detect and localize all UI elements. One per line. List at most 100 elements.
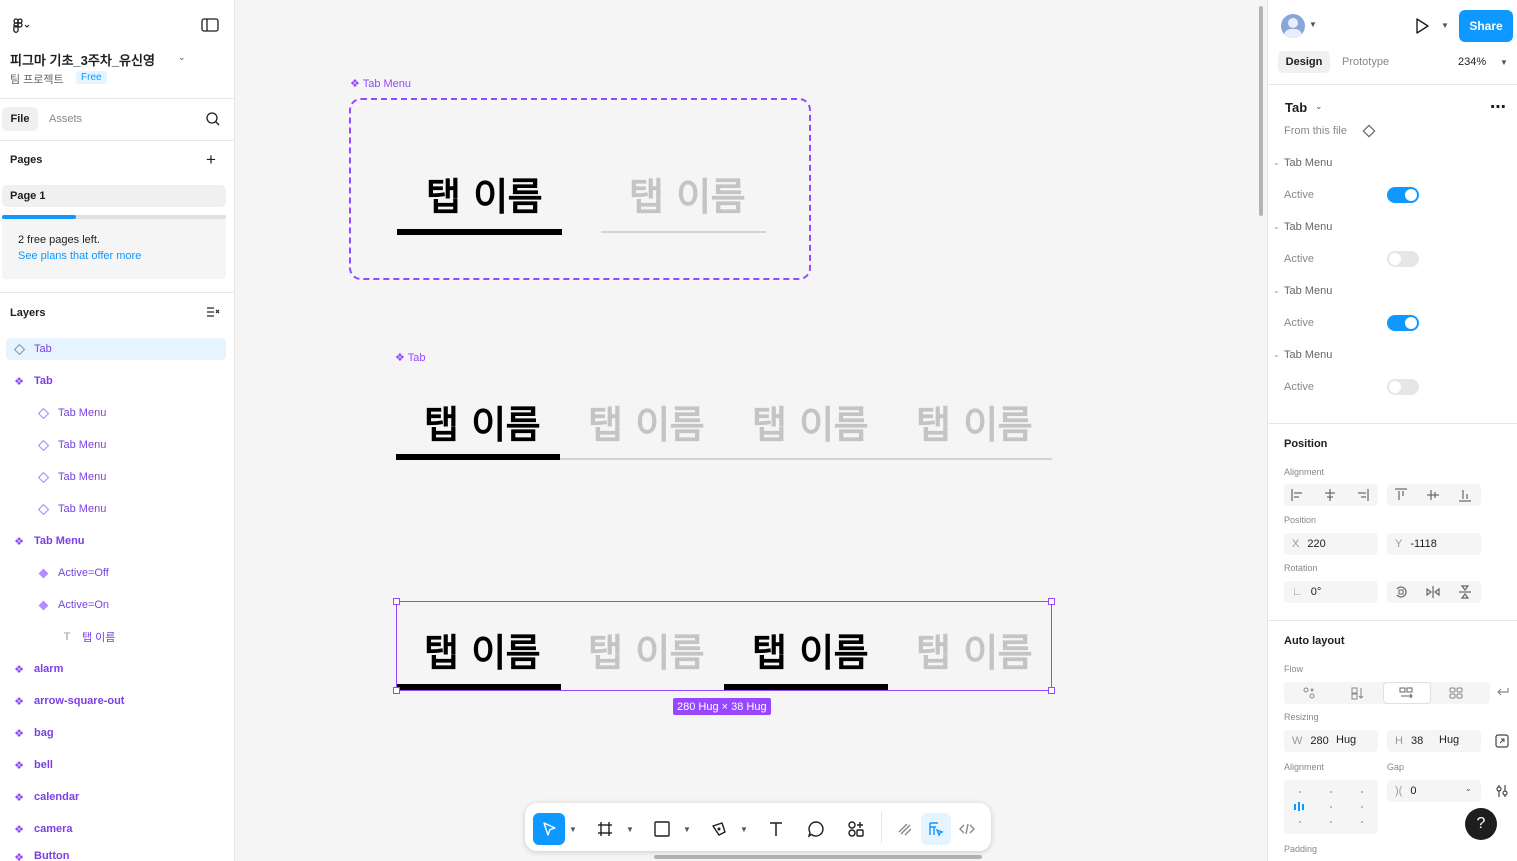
dev-mode-icon[interactable] — [951, 813, 983, 845]
layer-tab-menu-4[interactable]: Tab Menu — [6, 498, 226, 520]
tab-file[interactable]: File — [2, 107, 38, 131]
see-plans-link[interactable]: See plans that offer more — [18, 250, 141, 262]
chevron-down-icon[interactable]: ▼ — [1309, 20, 1317, 29]
tab-label-inactive[interactable]: 탭 이름 — [629, 166, 746, 221]
layer-tab-menu-2[interactable]: Tab Menu — [6, 434, 226, 456]
advanced-settings-icon[interactable] — [1494, 783, 1510, 799]
design-mode-icon[interactable] — [921, 813, 951, 845]
layer-active-off[interactable]: Active=Off — [6, 562, 226, 584]
clip-content-icon[interactable] — [1494, 733, 1510, 749]
play-icon[interactable] — [1414, 17, 1430, 35]
more-options-icon[interactable]: ⋯ — [1490, 97, 1507, 117]
figma-menu-icon[interactable] — [10, 16, 32, 36]
h-mode[interactable]: Hug — [1439, 734, 1459, 746]
vertical-scrollbar[interactable] — [1259, 6, 1263, 216]
align-center-h-icon[interactable] — [1322, 488, 1338, 502]
layer-alarm[interactable]: ❖ alarm — [6, 658, 226, 680]
flip-vertical-icon[interactable] — [1457, 585, 1473, 599]
tab-4-label[interactable]: 탭 이름 — [916, 394, 1033, 449]
layer-tab-component[interactable]: ❖ Tab — [6, 370, 226, 392]
zoom-level[interactable]: 234% — [1458, 56, 1486, 68]
active-toggle-1[interactable] — [1387, 187, 1419, 203]
frame-label-tab[interactable]: ❖ Tab — [395, 351, 425, 364]
chevron-down-icon[interactable]: ⌄ — [178, 52, 186, 63]
gap-field[interactable]: )(0 ⌄ — [1387, 780, 1481, 802]
tab-1-label[interactable]: 탭 이름 — [424, 622, 541, 677]
chevron-down-icon[interactable]: ⌄ — [1273, 286, 1280, 295]
width-field[interactable]: W 280 Hug — [1284, 730, 1378, 752]
tab-3-label[interactable]: 탭 이름 — [752, 394, 869, 449]
layer-text[interactable]: T 탭 이름 — [6, 626, 226, 648]
tab-prototype[interactable]: Prototype — [1342, 56, 1389, 68]
tab-4-label[interactable]: 탭 이름 — [916, 622, 1033, 677]
layer-tab-menu-set[interactable]: ❖ Tab Menu — [6, 530, 226, 552]
rectangle-tool-icon[interactable] — [646, 813, 678, 845]
chevron-down-icon[interactable]: ▼ — [740, 825, 748, 834]
move-tool-icon[interactable] — [533, 813, 565, 845]
align-right-icon[interactable] — [1354, 488, 1370, 502]
layer-calendar[interactable]: ❖ calendar — [6, 786, 226, 808]
wrap-icon[interactable] — [1494, 685, 1510, 699]
search-icon[interactable] — [205, 111, 221, 127]
file-title[interactable]: 피그마 기초_3주차_유신영 — [10, 50, 155, 69]
tab-1-label[interactable]: 탭 이름 — [424, 394, 541, 449]
chevron-down-icon[interactable]: ▼ — [626, 825, 634, 834]
layer-camera[interactable]: ❖ camera — [6, 818, 226, 840]
actions-tool-icon[interactable] — [840, 813, 872, 845]
active-toggle-4[interactable] — [1387, 379, 1419, 395]
flow-grid-icon[interactable] — [1448, 686, 1464, 700]
align-bottom-icon[interactable] — [1457, 488, 1473, 502]
chevron-down-icon[interactable]: ▼ — [569, 825, 577, 834]
tab-2-label[interactable]: 탭 이름 — [588, 394, 705, 449]
page-item-current[interactable]: Page 1 — [2, 185, 226, 207]
layer-tab-instance[interactable]: Tab — [6, 338, 226, 360]
comment-tool-icon[interactable] — [800, 813, 832, 845]
chevron-down-icon[interactable]: ⌄ — [1273, 158, 1280, 167]
chevron-down-icon[interactable]: ▼ — [1441, 21, 1449, 30]
horizontal-scrollbar[interactable] — [654, 855, 982, 859]
chevron-down-icon[interactable]: ▼ — [683, 825, 691, 834]
help-icon[interactable]: ? — [1465, 808, 1497, 840]
tab-2-label[interactable]: 탭 이름 — [588, 622, 705, 677]
flow-freeform-icon[interactable] — [1301, 686, 1317, 700]
chevron-down-icon[interactable]: ⌄ — [1465, 784, 1472, 793]
tab-assets[interactable]: Assets — [49, 113, 82, 125]
layer-tab-menu-1[interactable]: Tab Menu — [6, 402, 226, 424]
tab-component[interactable]: 탭 이름 탭 이름 탭 이름 탭 이름 — [396, 390, 1052, 464]
chevron-down-icon[interactable]: ⌄ — [1273, 222, 1280, 231]
tab-3-label[interactable]: 탭 이름 — [752, 622, 869, 677]
add-page-icon[interactable]: + — [206, 150, 216, 170]
resize-handle-br[interactable] — [1048, 687, 1055, 694]
align-top-icon[interactable] — [1393, 488, 1409, 502]
flow-horizontal-button[interactable] — [1383, 682, 1431, 704]
avatar[interactable] — [1281, 14, 1305, 38]
w-mode[interactable]: Hug — [1336, 734, 1356, 746]
tab-design[interactable]: Design — [1278, 51, 1330, 73]
layer-active-on[interactable]: Active=On — [6, 594, 226, 616]
chevron-down-icon[interactable]: ⌄ — [1273, 350, 1280, 359]
chevron-down-icon[interactable]: ⌄ — [1315, 101, 1323, 112]
layer-bag[interactable]: ❖ bag — [6, 722, 226, 744]
frame-label-tab-menu[interactable]: ❖ Tab Menu — [350, 77, 411, 90]
layer-button[interactable]: ❖ Button — [6, 850, 226, 861]
canvas[interactable]: ❖ Tab Menu 탭 이름 탭 이름 ❖ Tab 탭 이름 탭 이름 탭 이… — [235, 0, 1267, 861]
resize-handle-bl[interactable] — [393, 687, 400, 694]
collapse-layers-icon[interactable] — [206, 306, 220, 318]
rotation-field[interactable]: ∟ 0° — [1284, 581, 1378, 603]
component-set-frame[interactable]: 탭 이름 탭 이름 — [349, 98, 811, 280]
layer-bell[interactable]: ❖ bell — [6, 754, 226, 776]
resize-handle-tl[interactable] — [393, 598, 400, 605]
x-position-field[interactable]: X 220 — [1284, 533, 1378, 555]
align-middle-icon[interactable] — [1425, 488, 1441, 502]
align-left-icon[interactable] — [1290, 488, 1306, 502]
y-position-field[interactable]: Y -1118 — [1387, 533, 1481, 555]
sidebar-toggle-icon[interactable] — [200, 17, 220, 33]
flip-horizontal-icon[interactable] — [1425, 585, 1441, 599]
component-name[interactable]: Tab — [1285, 100, 1307, 115]
text-tool-icon[interactable] — [760, 813, 792, 845]
tab-label-active[interactable]: 탭 이름 — [426, 166, 543, 221]
draw-mode-icon[interactable] — [889, 813, 921, 845]
alignment-grid[interactable] — [1284, 780, 1378, 834]
layer-arrow-square-out[interactable]: ❖ arrow-square-out — [6, 690, 226, 712]
component-diamond-icon[interactable] — [1362, 124, 1376, 138]
